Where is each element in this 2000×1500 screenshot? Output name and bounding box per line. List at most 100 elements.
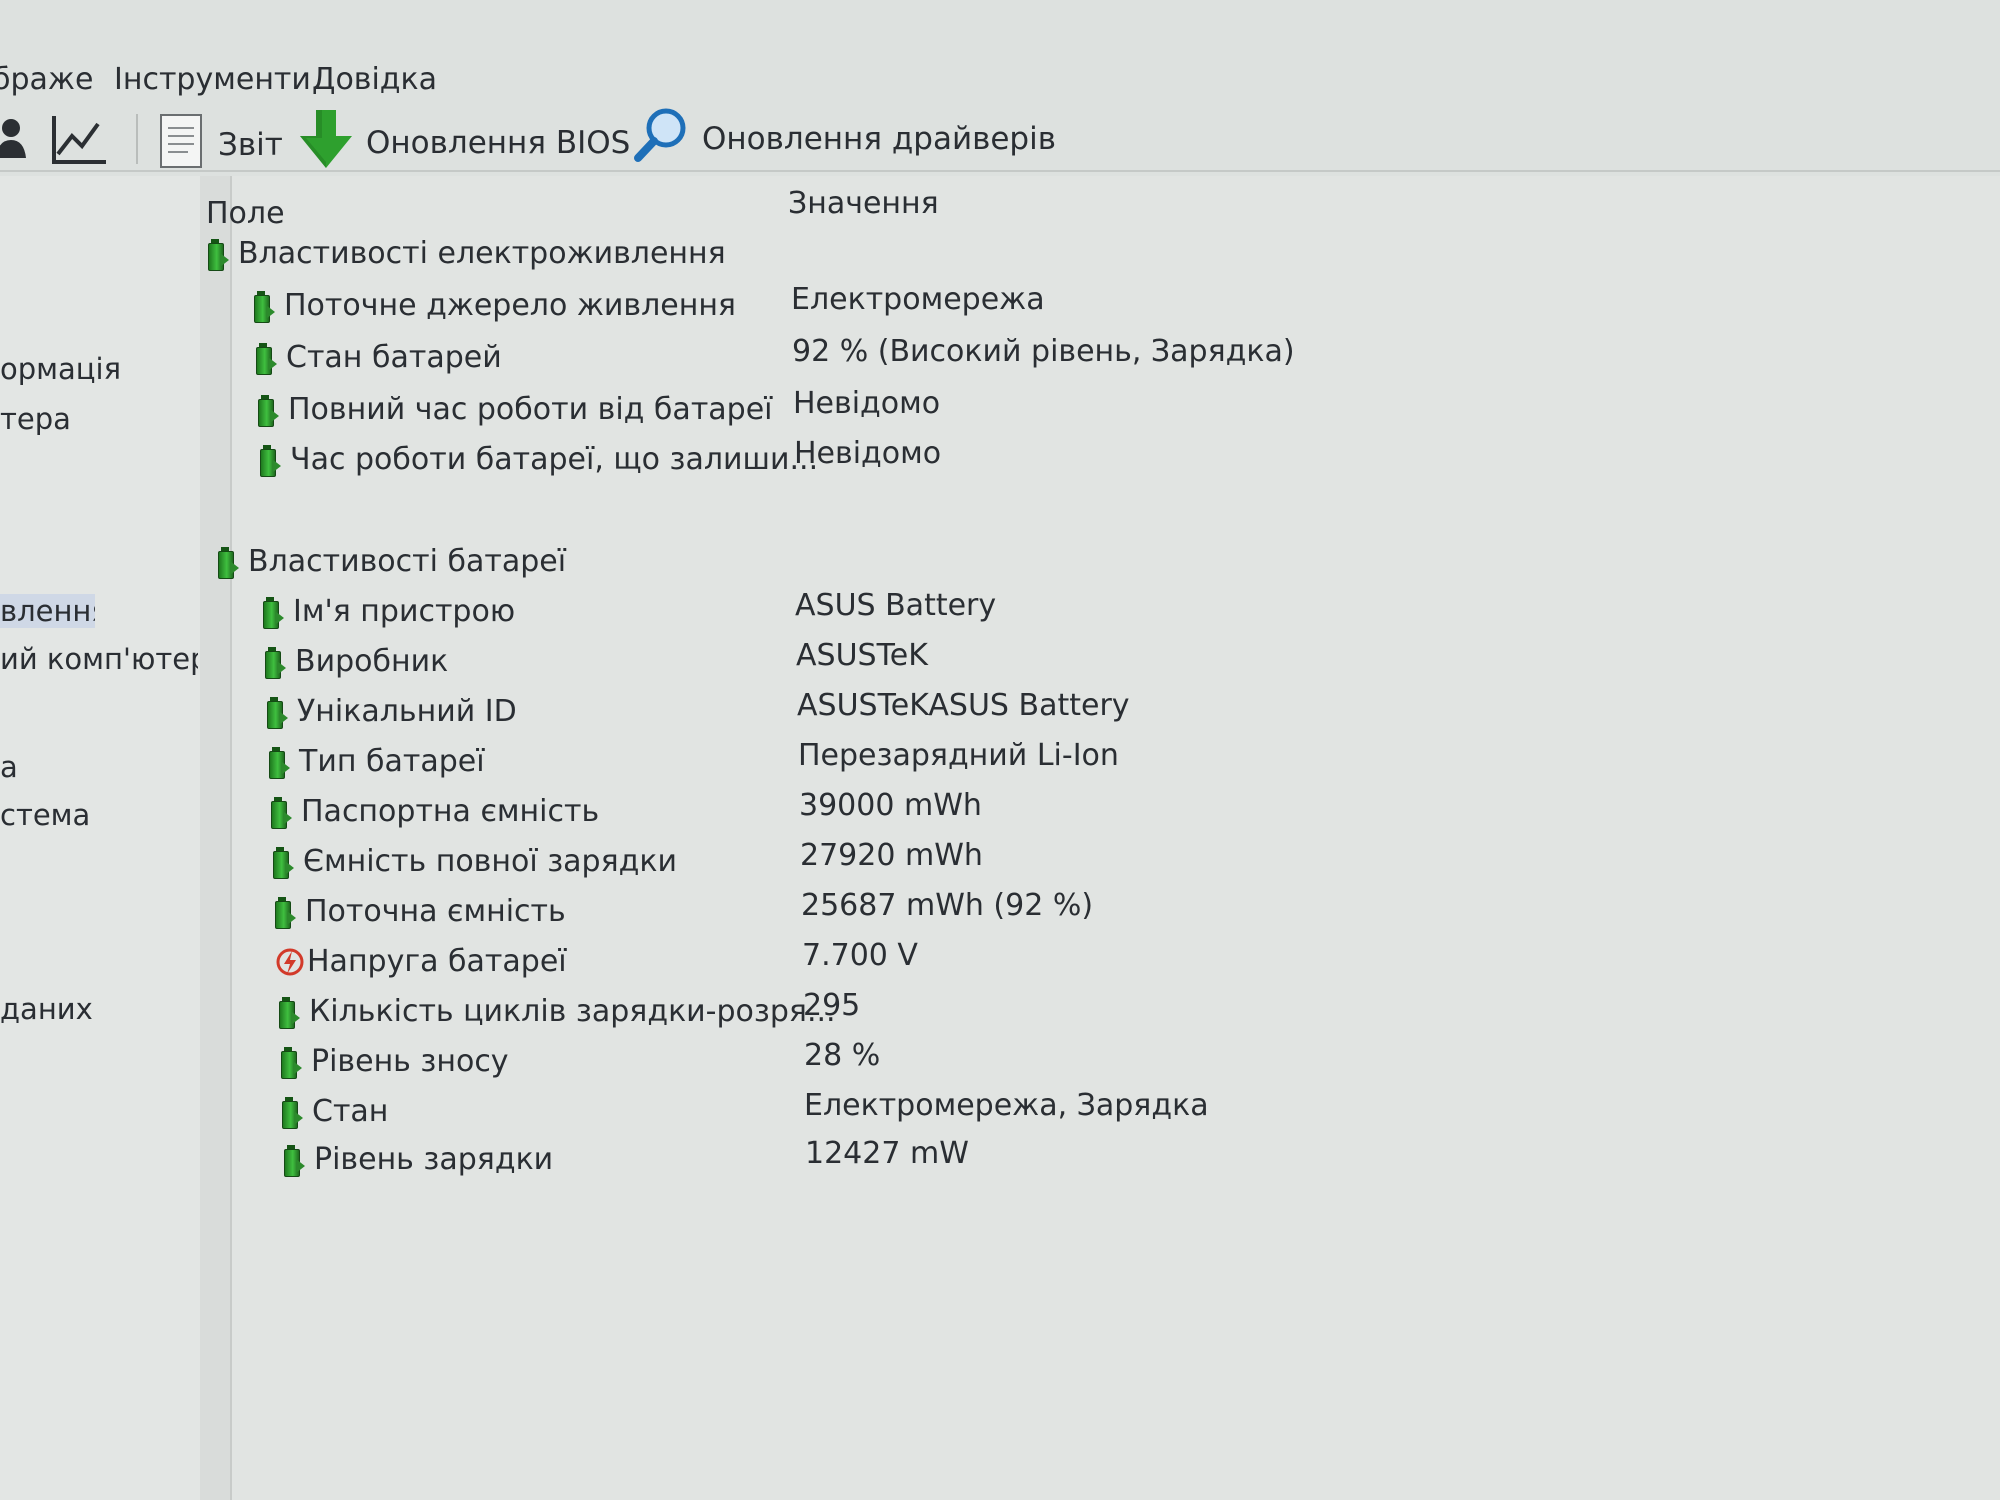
table-row[interactable]: Напруга батареї 7.700 V: [0, 938, 2000, 992]
value-cell: 39000 mWh: [799, 788, 982, 823]
table-row[interactable]: Рівень зарядки 12427 mW: [0, 1136, 2000, 1190]
report-icon: [158, 112, 204, 178]
battery-icon: [206, 237, 230, 271]
table-row[interactable]: Повний час роботи від батареї Невідомо: [0, 386, 2000, 440]
field-label: Рівень зносу: [311, 1044, 509, 1079]
value-cell: Електромережа, Зарядка: [804, 1088, 1209, 1123]
field-label: Унікальний ID: [297, 694, 517, 729]
field-label: Виробник: [295, 644, 449, 679]
menu-help[interactable]: Довідка: [312, 62, 437, 97]
value-cell: Електромережа: [791, 282, 1045, 317]
field-cell: Кількість циклів зарядки-розря...: [277, 994, 836, 1029]
table-row[interactable]: Паспортна ємність 39000 mWh: [0, 788, 2000, 842]
table-row[interactable]: Рівень зносу 28 %: [0, 1038, 2000, 1092]
field-cell: Поточна ємність: [273, 894, 566, 929]
table-row[interactable]: Унікальний ID ASUSTeKASUS Battery: [0, 688, 2000, 742]
field-label: Властивості батареї: [248, 544, 567, 579]
value-cell: ASUS Battery: [795, 588, 997, 623]
field-cell: Властивості батареї: [216, 544, 566, 579]
table-row[interactable]: Час роботи батареї, що залиши... Невідомо: [0, 436, 2000, 490]
field-label: Поточне джерело живлення: [284, 288, 736, 323]
value-cell: ASUSTeKASUS Battery: [797, 688, 1130, 723]
column-header-value[interactable]: Значення: [788, 186, 939, 221]
field-label: Стан: [312, 1094, 389, 1129]
menu-tools[interactable]: Інструменти: [114, 62, 311, 97]
battery-icon: [254, 341, 278, 375]
value-cell: Невідомо: [794, 436, 942, 471]
battery-icon: [277, 995, 301, 1029]
table-row[interactable]: Виробник ASUSTeK: [0, 638, 2000, 692]
driver-update-label: Оновлення драйверів: [702, 121, 1056, 157]
value-cell: 295: [803, 988, 861, 1023]
column-header-field[interactable]: Поле: [206, 196, 285, 231]
battery-icon: [261, 595, 285, 629]
field-cell: Ємність повної зарядки: [271, 844, 677, 879]
menu-favorites[interactable]: браже: [0, 62, 93, 97]
table-row[interactable]: Кількість циклів зарядки-розря... 295: [0, 988, 2000, 1042]
table-row[interactable]: Стан Електромережа, Зарядка: [0, 1088, 2000, 1142]
bios-download-icon: [298, 108, 354, 178]
table-row[interactable]: Тип батареї Перезарядний Li-Ion: [0, 738, 2000, 792]
field-cell: Стан: [280, 1094, 388, 1129]
battery-icon: [263, 645, 287, 679]
report-label: Звіт: [218, 127, 283, 163]
battery-icon: [279, 1045, 303, 1079]
toolbar-divider: [0, 170, 2000, 172]
table-row[interactable]: Поточна ємність 25687 mWh (92 %): [0, 888, 2000, 942]
value-cell: 12427 mW: [805, 1136, 969, 1171]
field-label: Властивості електроживлення: [238, 236, 726, 271]
user-icon[interactable]: [0, 116, 28, 160]
voltage-icon: [275, 945, 304, 979]
battery-icon: [258, 443, 282, 477]
field-label: Час роботи батареї, що залиши...: [290, 442, 819, 477]
field-cell: Властивості електроживлення: [206, 236, 726, 271]
value-cell: 27920 mWh: [800, 838, 983, 873]
battery-icon: [282, 1143, 306, 1177]
toolbar: Звіт Оновлення BIOS Оновлення драйверів: [0, 104, 2000, 170]
field-cell: Напруга батареї: [275, 944, 567, 979]
battery-icon: [256, 393, 280, 427]
field-label: Рівень зарядки: [314, 1142, 554, 1177]
value-cell: 92 % (Високий рівень, Зарядка): [792, 334, 1295, 369]
field-cell: Унікальний ID: [265, 694, 517, 729]
field-label: Поточна ємність: [305, 894, 566, 929]
bios-update-label: Оновлення BIOS: [366, 125, 631, 161]
bios-update-button[interactable]: Оновлення BIOS: [298, 108, 630, 178]
field-cell: Час роботи батареї, що залиши...: [258, 442, 818, 477]
table-row[interactable]: Ємність повної зарядки 27920 mWh: [0, 838, 2000, 892]
battery-icon: [269, 795, 293, 829]
menu-bar: браже Інструменти Довідка: [0, 52, 2000, 104]
battery-icon: [280, 1095, 304, 1129]
value-cell: 25687 mWh (92 %): [801, 888, 1094, 923]
value-cell: Невідомо: [793, 386, 941, 421]
driver-search-icon: [632, 106, 690, 172]
report-button[interactable]: Звіт: [158, 112, 283, 178]
field-cell: Повний час роботи від батареї: [256, 392, 773, 427]
battery-icon: [252, 289, 276, 323]
field-label: Тип батареї: [299, 744, 485, 779]
battery-icon: [265, 695, 289, 729]
table-group-row[interactable]: Властивості батареї: [0, 544, 2000, 592]
table-row[interactable]: Поточне джерело живлення Електромережа: [0, 282, 2000, 336]
table-row[interactable]: Стан батарей 92 % (Високий рівень, Зарядк…: [0, 334, 2000, 388]
field-cell: Стан батарей: [254, 340, 502, 375]
driver-update-button[interactable]: Оновлення драйверів: [632, 106, 1056, 172]
field-label: Стан батарей: [286, 340, 502, 375]
field-cell: Тип батареї: [267, 744, 485, 779]
field-cell: Виробник: [263, 644, 448, 679]
chart-icon[interactable]: [50, 114, 108, 166]
battery-icon: [267, 745, 291, 779]
field-label: Напруга батареї: [307, 944, 567, 979]
field-cell: Паспортна ємність: [269, 794, 599, 829]
field-cell: Ім'я пристрою: [261, 594, 515, 629]
value-cell: ASUSTeK: [796, 638, 928, 673]
value-cell: 28 %: [804, 1038, 881, 1073]
field-cell: Рівень зарядки: [282, 1142, 553, 1177]
value-cell: Перезарядний Li-Ion: [798, 738, 1119, 773]
field-cell: Рівень зносу: [279, 1044, 509, 1079]
field-label: Ім'я пристрою: [293, 594, 516, 629]
battery-icon: [271, 845, 295, 879]
table-row[interactable]: Ім'я пристрою ASUS Battery: [0, 588, 2000, 642]
field-label: Ємність повної зарядки: [303, 844, 677, 879]
table-group-row[interactable]: Властивості електроживлення: [0, 236, 2000, 284]
